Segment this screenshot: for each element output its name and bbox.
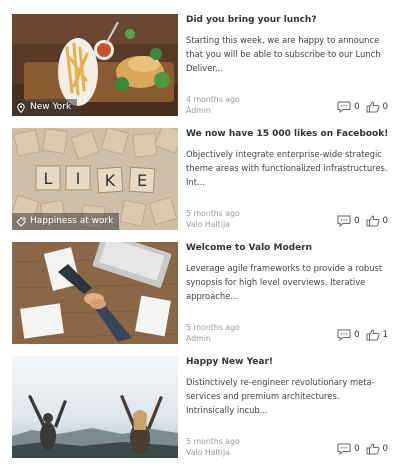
- comment-count: 0: [354, 444, 360, 454]
- tag-icon: [16, 217, 26, 226]
- news-item[interactable]: L I K E Happiness at work We now have 15 00…: [12, 128, 388, 230]
- comment-icon[interactable]: [337, 329, 351, 341]
- celebration-photo: [12, 356, 178, 458]
- like-count: 1: [382, 330, 388, 340]
- svg-text:L: L: [44, 169, 53, 188]
- news-title[interactable]: Happy New Year!: [186, 356, 388, 368]
- thumbs-up-icon[interactable]: [366, 443, 380, 455]
- like-count: 0: [382, 216, 388, 226]
- news-excerpt: Objectively integrate enterprise-wide st…: [186, 149, 388, 187]
- location-pin-icon: [17, 102, 25, 113]
- news-author: Admin: [186, 334, 211, 343]
- news-thumbnail-likes[interactable]: L I K E Happiness at work: [12, 128, 178, 230]
- social-counters: 0 1: [337, 329, 388, 341]
- comment-icon[interactable]: [337, 443, 351, 455]
- thumbs-up-icon[interactable]: [366, 329, 380, 341]
- news-author: Admin: [186, 106, 211, 115]
- thumbs-up-icon[interactable]: [366, 215, 380, 227]
- comment-count: 0: [354, 102, 360, 112]
- svg-text:I: I: [76, 169, 81, 188]
- news-thumbnail-new-year[interactable]: [12, 356, 178, 458]
- news-item[interactable]: Welcome to Valo Modern Leverage agile fr…: [12, 242, 388, 344]
- news-author: Valo Haltija: [186, 448, 230, 457]
- news-title[interactable]: Did you bring your lunch?: [186, 14, 388, 26]
- news-age: 5 months ago: [186, 209, 240, 218]
- news-item[interactable]: Happy New Year! Distinctively re-enginee…: [12, 356, 388, 458]
- svg-text:E: E: [137, 171, 147, 190]
- svg-text:K: K: [105, 171, 116, 190]
- news-content: Did you bring your lunch? Starting this …: [186, 14, 388, 116]
- social-counters: 0 0: [337, 215, 388, 227]
- news-meta: 4 months ago Admin: [186, 94, 240, 116]
- news-author: Valo Haltija: [186, 220, 230, 229]
- thumbs-up-icon[interactable]: [366, 101, 380, 113]
- news-excerpt: Distinctively re-engineer revolutionary …: [186, 377, 375, 415]
- news-meta: 5 months ago Valo Haltija: [186, 208, 240, 230]
- news-item[interactable]: New York Did you bring your lunch? Start…: [12, 14, 388, 116]
- like-count: 0: [382, 444, 388, 454]
- news-content: We now have 15 000 likes on Facebook! Ob…: [186, 128, 388, 230]
- category-tag[interactable]: Happiness at work: [12, 213, 120, 230]
- location-tag[interactable]: New York: [12, 99, 78, 116]
- news-thumbnail-lunch[interactable]: New York: [12, 14, 178, 116]
- news-excerpt: Starting this week, we are happy to anno…: [186, 35, 381, 73]
- news-excerpt: Leverage agile frameworks to provide a r…: [186, 263, 383, 301]
- comment-count: 0: [354, 330, 360, 340]
- news-meta: 5 months ago Admin: [186, 322, 240, 344]
- tag-label: Happiness at work: [30, 216, 114, 226]
- news-meta: 5 months ago Valo Haltija: [186, 436, 240, 458]
- like-count: 0: [382, 102, 388, 112]
- news-thumbnail-welcome[interactable]: [12, 242, 178, 344]
- comment-icon[interactable]: [337, 101, 351, 113]
- social-counters: 0 0: [337, 443, 388, 455]
- social-counters: 0 0: [337, 101, 388, 113]
- comment-count: 0: [354, 216, 360, 226]
- news-title[interactable]: Welcome to Valo Modern: [186, 242, 388, 254]
- news-age: 5 months ago: [186, 323, 240, 332]
- news-age: 5 months ago: [186, 437, 240, 446]
- comment-icon[interactable]: [337, 215, 351, 227]
- handshake-desk-photo: [12, 242, 178, 344]
- tag-label: New York: [30, 102, 72, 112]
- news-title[interactable]: We now have 15 000 likes on Facebook!: [186, 128, 388, 140]
- news-content: Welcome to Valo Modern Leverage agile fr…: [186, 242, 388, 344]
- news-age: 4 months ago: [186, 95, 240, 104]
- news-content: Happy New Year! Distinctively re-enginee…: [186, 356, 388, 458]
